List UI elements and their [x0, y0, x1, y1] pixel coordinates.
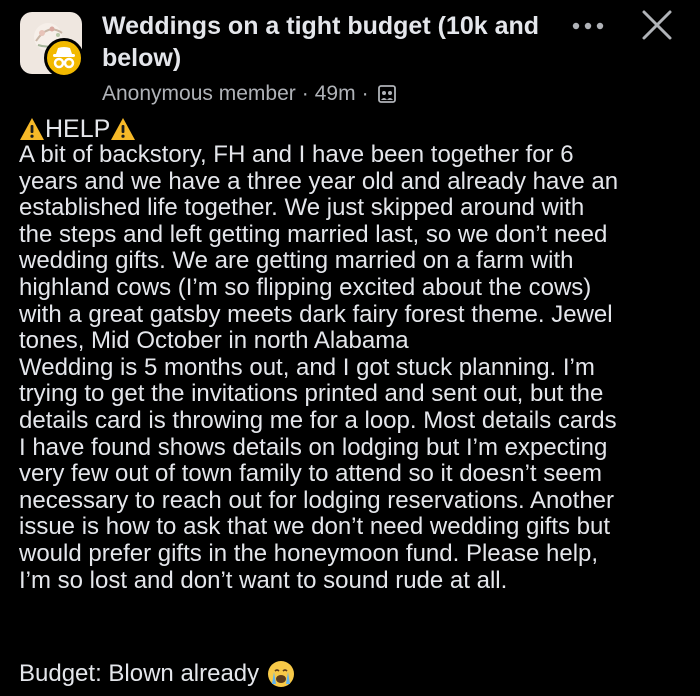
crying-face-icon: [268, 661, 295, 687]
post-timestamp[interactable]: 49m: [315, 80, 356, 108]
anonymous-incognito-icon: [44, 38, 84, 78]
close-button[interactable]: [640, 8, 674, 42]
close-icon: [642, 10, 672, 40]
meta-separator-2: ·: [361, 82, 369, 105]
post-card: Weddings on a tight budget (10k and belo…: [0, 0, 700, 696]
author-name[interactable]: Anonymous member: [102, 80, 296, 108]
group-name[interactable]: Weddings on a tight budget (10k and belo…: [102, 10, 552, 74]
more-options-icon: [572, 22, 604, 30]
more-options-button[interactable]: [568, 14, 608, 38]
warning-icon: [111, 118, 136, 140]
help-heading: HELP: [19, 114, 136, 144]
warning-icon: [20, 118, 44, 140]
post-body: A bit of backstory, FH and I have been t…: [19, 141, 619, 594]
budget-line: Budget: Blown already: [19, 660, 295, 688]
group-audience-icon[interactable]: [377, 84, 397, 104]
help-label: HELP: [45, 115, 111, 143]
meta-separator: ·: [301, 82, 309, 105]
post-meta: Anonymous member · 49m ·: [102, 80, 397, 108]
budget-text: Budget: Blown already: [19, 660, 260, 687]
